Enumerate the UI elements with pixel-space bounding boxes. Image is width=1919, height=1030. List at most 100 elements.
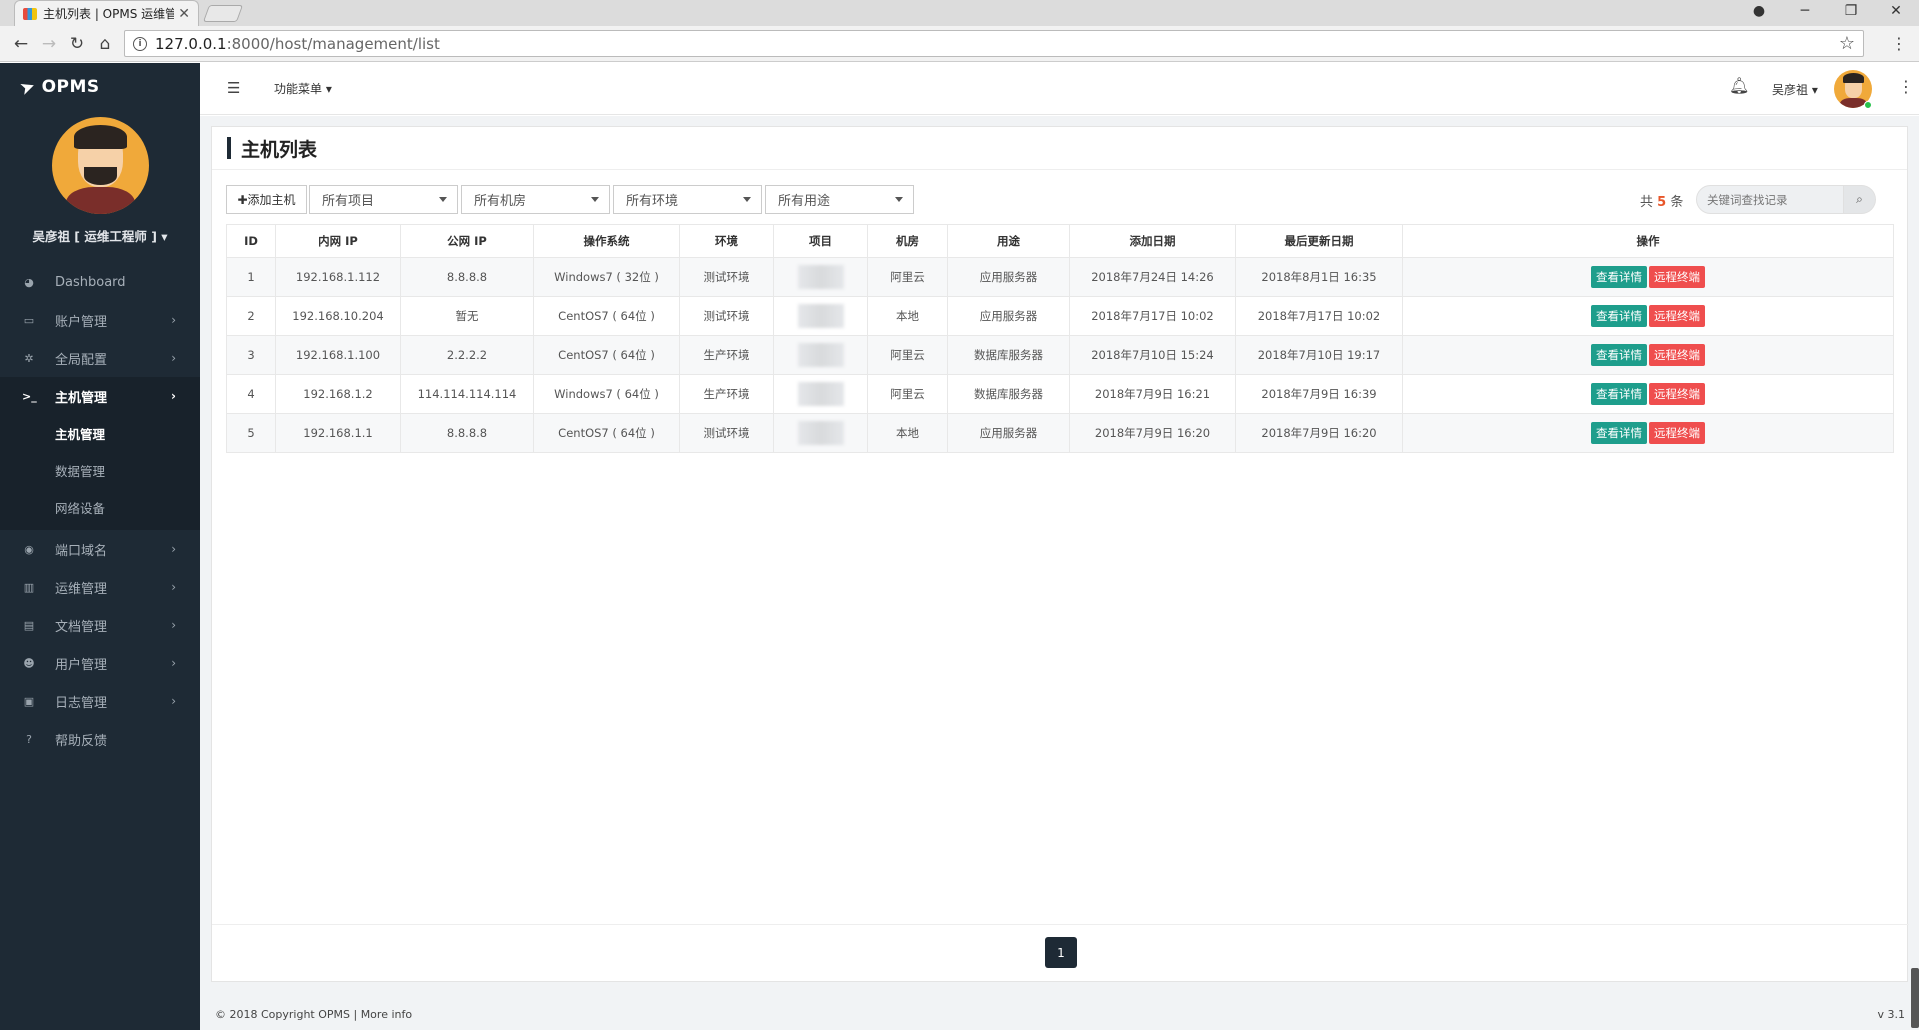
remote-terminal-button[interactable]: 远程终端 bbox=[1649, 266, 1705, 288]
sidebar-item-label: 日志管理 bbox=[55, 695, 108, 711]
subitem-data-management[interactable]: 数据管理 bbox=[0, 452, 200, 489]
col-added-date[interactable]: 添加日期 bbox=[1069, 224, 1236, 258]
function-menu-dropdown[interactable]: 功能菜单 ▾ bbox=[274, 80, 332, 97]
cell-updated-date: 2018年7月9日 16:20 bbox=[1235, 413, 1403, 453]
col-datacenter[interactable]: 机房 bbox=[867, 224, 948, 258]
home-icon[interactable]: ⌂ bbox=[94, 33, 116, 55]
datacenter-filter-select[interactable]: 所有机房 bbox=[461, 185, 610, 214]
chevron-right-icon: › bbox=[171, 313, 176, 327]
project-filter-select[interactable]: 所有项目 bbox=[309, 185, 458, 214]
cell-datacenter: 阿里云 bbox=[867, 335, 948, 375]
minimize-icon[interactable]: ─ bbox=[1782, 0, 1828, 22]
remote-terminal-button[interactable]: 远程终端 bbox=[1649, 383, 1705, 405]
bell-icon[interactable]: 🔔︎ bbox=[1729, 76, 1749, 95]
view-details-button[interactable]: 查看详情 bbox=[1591, 266, 1647, 288]
cell-lan-ip: 192.168.1.2 bbox=[275, 374, 401, 414]
page-button-current[interactable]: 1 bbox=[1045, 937, 1077, 968]
forward-icon[interactable]: → bbox=[38, 33, 60, 55]
footer: © 2018 Copyright OPMS | More info v 3.1 bbox=[200, 996, 1919, 1030]
cell-added-date: 2018年7月24日 14:26 bbox=[1069, 257, 1236, 297]
view-details-button[interactable]: 查看详情 bbox=[1591, 344, 1647, 366]
bookmark-star-icon[interactable]: ☆ bbox=[1839, 33, 1855, 54]
window-close-icon[interactable]: ✕ bbox=[1873, 0, 1919, 22]
cell-wan-ip: 2.2.2.2 bbox=[400, 335, 534, 375]
remote-terminal-button[interactable]: 远程终端 bbox=[1649, 422, 1705, 444]
cell-datacenter: 阿里云 bbox=[867, 374, 948, 414]
cell-id: 1 bbox=[226, 257, 276, 297]
back-icon[interactable]: ← bbox=[10, 33, 32, 55]
sidebar-item-logs[interactable]: ▣ 日志管理 › bbox=[0, 682, 200, 720]
pagination: 1 bbox=[212, 924, 1909, 982]
col-os[interactable]: 操作系统 bbox=[533, 224, 680, 258]
redacted-project bbox=[797, 421, 844, 445]
environment-filter-select[interactable]: 所有环境 bbox=[613, 185, 762, 214]
cell-purpose: 应用服务器 bbox=[947, 296, 1070, 336]
search-button[interactable]: ⌕ bbox=[1844, 185, 1876, 214]
question-circle-icon: ? bbox=[26, 732, 32, 746]
bar-chart-icon: ▥ bbox=[23, 580, 35, 594]
info-icon[interactable]: i bbox=[133, 36, 147, 51]
view-details-button[interactable]: 查看详情 bbox=[1591, 305, 1647, 327]
close-tab-icon[interactable]: ✕ bbox=[178, 6, 190, 22]
profile-icon[interactable]: ● bbox=[1736, 0, 1782, 22]
sidebar-item-users[interactable]: ☻ 用户管理 › bbox=[0, 644, 200, 682]
brand-name: OPMS bbox=[41, 77, 100, 97]
cell-id: 2 bbox=[226, 296, 276, 336]
sidebar-profile: 吴彦祖 [ 运维工程师 ] ▾ bbox=[0, 111, 200, 245]
cell-added-date: 2018年7月10日 15:24 bbox=[1069, 335, 1236, 375]
col-lan-ip[interactable]: 内网 IP bbox=[275, 224, 401, 258]
remote-terminal-button[interactable]: 远程终端 bbox=[1649, 305, 1705, 327]
col-project[interactable]: 项目 bbox=[773, 224, 868, 258]
favicon-icon bbox=[23, 7, 37, 20]
new-tab-button[interactable] bbox=[202, 5, 244, 22]
sidebar-item-host-management[interactable]: >_ 主机管理 › bbox=[0, 377, 200, 415]
search-input[interactable] bbox=[1696, 185, 1844, 214]
cell-project bbox=[773, 257, 868, 297]
profile-name-dropdown[interactable]: 吴彦祖 [ 运维工程师 ] ▾ bbox=[0, 226, 200, 245]
cell-purpose: 数据库服务器 bbox=[947, 374, 1070, 414]
col-wan-ip[interactable]: 公网 IP bbox=[400, 224, 534, 258]
cell-actions: 查看详情 远程终端 bbox=[1402, 296, 1894, 336]
caret-down-icon bbox=[439, 197, 447, 202]
view-details-button[interactable]: 查看详情 bbox=[1591, 383, 1647, 405]
sidebar-item-help[interactable]: ? 帮助反馈 bbox=[0, 720, 200, 758]
subitem-network-devices[interactable]: 网络设备 bbox=[0, 489, 200, 526]
sidebar-item-dashboard[interactable]: ◕ Dashboard bbox=[0, 263, 200, 301]
sidebar-item-documents[interactable]: ▤ 文档管理 › bbox=[0, 606, 200, 644]
cell-env: 生产环境 bbox=[679, 374, 774, 414]
more-vertical-icon[interactable]: ⋮ bbox=[1898, 77, 1914, 96]
cell-wan-ip: 114.114.114.114 bbox=[400, 374, 534, 414]
chevron-right-icon: › bbox=[171, 656, 176, 670]
col-updated-date[interactable]: 最后更新日期 bbox=[1235, 224, 1403, 258]
sidebar-item-operations[interactable]: ▥ 运维管理 › bbox=[0, 568, 200, 606]
redacted-project bbox=[797, 343, 844, 367]
user-menu-dropdown[interactable]: 吴彦祖 ▾ bbox=[1772, 81, 1818, 98]
col-env[interactable]: 环境 bbox=[679, 224, 774, 258]
view-details-button[interactable]: 查看详情 bbox=[1591, 422, 1647, 444]
sidebar: ➤ OPMS 吴彦祖 [ 运维工程师 ] ▾ ◕ Dashboard ▭ 账户管… bbox=[0, 63, 200, 1030]
chevron-right-icon: › bbox=[171, 542, 176, 556]
chevron-right-icon: › bbox=[171, 389, 176, 403]
remote-terminal-button[interactable]: 远程终端 bbox=[1649, 344, 1705, 366]
sidebar-item-ports-domains[interactable]: ◉ 端口域名 › bbox=[0, 530, 200, 568]
cell-wan-ip: 8.8.8.8 bbox=[400, 413, 534, 453]
brand-logo[interactable]: ➤ OPMS bbox=[0, 63, 200, 111]
browser-menu-icon[interactable]: ⋮ bbox=[1891, 34, 1907, 53]
cell-id: 5 bbox=[226, 413, 276, 453]
online-status-dot bbox=[1864, 101, 1872, 109]
sidebar-toggle-icon[interactable]: ☰ bbox=[227, 79, 240, 97]
col-purpose[interactable]: 用途 bbox=[947, 224, 1070, 258]
cell-env: 测试环境 bbox=[679, 296, 774, 336]
sidebar-item-accounts[interactable]: ▭ 账户管理 › bbox=[0, 301, 200, 339]
sidebar-item-label: 文档管理 bbox=[55, 619, 108, 635]
col-id[interactable]: ID bbox=[226, 224, 276, 258]
reload-icon[interactable]: ↻ bbox=[66, 33, 88, 55]
restore-icon[interactable]: ❐ bbox=[1828, 0, 1874, 22]
purpose-filter-select[interactable]: 所有用途 bbox=[765, 185, 914, 214]
sidebar-item-global-config[interactable]: ✲ 全局配置 › bbox=[0, 339, 200, 377]
url-field[interactable]: i 127.0.0.1:8000/host/management/list ☆ bbox=[124, 30, 1864, 57]
browser-tab[interactable]: 主机列表 | OPMS 运维管 ✕ bbox=[14, 0, 199, 26]
add-host-button[interactable]: ✚添加主机 bbox=[226, 185, 307, 214]
scrollbar-handle[interactable] bbox=[1911, 968, 1919, 1028]
subitem-host-management[interactable]: 主机管理 bbox=[0, 415, 200, 452]
